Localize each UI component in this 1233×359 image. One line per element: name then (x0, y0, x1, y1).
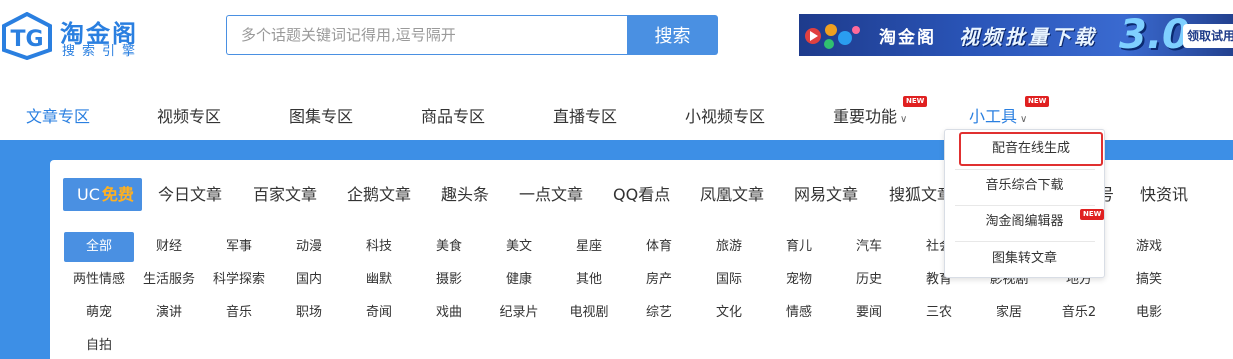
category-item[interactable]: 游戏 (1114, 232, 1184, 262)
category-item[interactable]: 两性情感 (64, 265, 134, 295)
category-item[interactable]: 军事 (204, 232, 274, 262)
menu-item-music-download[interactable]: 音乐综合下载 (945, 169, 1104, 203)
search-bar: 搜索 (226, 15, 718, 55)
category-item[interactable]: 综艺 (624, 298, 694, 328)
category-item[interactable]: 房产 (624, 265, 694, 295)
media-icons-icon (805, 24, 860, 49)
source-tab[interactable]: 企鹅文章 (347, 178, 411, 211)
category-item[interactable]: 家居 (974, 298, 1044, 328)
category-item[interactable]: 电视剧 (554, 298, 624, 328)
category-item[interactable]: 美食 (414, 232, 484, 262)
svg-text:TG: TG (10, 27, 43, 52)
page: TG 淘金阁 搜索引擎 搜索 淘金阁 视频批量下载 3.0 领取试用 文章专区 … (0, 0, 1233, 359)
nav-item-short-videos[interactable]: 小视频专区 (685, 103, 765, 127)
category-item[interactable]: 其他 (554, 265, 624, 295)
free-badge: 免费 (101, 185, 134, 204)
new-badge: NEW (903, 96, 928, 107)
nav-item-products[interactable]: 商品专区 (421, 103, 485, 127)
category-item[interactable]: 育儿 (764, 232, 834, 262)
category-item[interactable]: 三农 (904, 298, 974, 328)
source-tab-uc-label: UC (77, 185, 100, 204)
category-item[interactable]: 摄影 (414, 265, 484, 295)
category-item[interactable]: 自拍 (64, 331, 134, 359)
source-tab[interactable]: 趣头条 (441, 178, 489, 211)
category-item[interactable]: 动漫 (274, 232, 344, 262)
source-tab[interactable]: 凤凰文章 (700, 178, 764, 211)
source-tab[interactable]: 今日文章 (158, 178, 222, 211)
logo-mark-icon: TG (2, 12, 52, 60)
category-item[interactable]: 音乐2 (1044, 298, 1114, 328)
tools-dropdown-menu: 配音在线生成 音乐综合下载 淘金阁编辑器 NEW 图集转文章 (944, 129, 1105, 278)
category-item[interactable]: 星座 (554, 232, 624, 262)
category-item[interactable]: 情感 (764, 298, 834, 328)
category-item[interactable]: 萌宠 (64, 298, 134, 328)
nav-item-tools[interactable]: 小工具 ∨ (969, 103, 1027, 127)
category-item[interactable]: 奇闻 (344, 298, 414, 328)
chevron-down-icon: ∨ (1020, 114, 1028, 125)
category-item[interactable]: 纪录片 (484, 298, 554, 328)
source-tab-uc[interactable]: UC 免费 (63, 178, 142, 211)
category-item[interactable]: 幽默 (344, 265, 414, 295)
category-item[interactable]: 文化 (694, 298, 764, 328)
category-item[interactable]: 演讲 (134, 298, 204, 328)
source-tab[interactable]: 快资讯 (1140, 178, 1188, 211)
category-item[interactable]: 生活服务 (134, 265, 204, 295)
source-tab[interactable]: 百家文章 (253, 178, 317, 211)
banner-headline: 视频批量下载 (959, 25, 1097, 49)
chevron-down-icon: ∨ (900, 114, 908, 125)
category-item[interactable]: 国内 (274, 265, 344, 295)
category-item[interactable]: 电影 (1114, 298, 1184, 328)
category-item[interactable]: 戏曲 (414, 298, 484, 328)
nav-item-articles[interactable]: 文章专区 (26, 103, 90, 127)
category-item[interactable]: 宠物 (764, 265, 834, 295)
category-item[interactable]: 搞笑 (1114, 265, 1184, 295)
category-item[interactable]: 财经 (134, 232, 204, 262)
logo[interactable]: TG 淘金阁 搜索引擎 (0, 10, 160, 62)
source-tab[interactable]: 一点文章 (519, 178, 583, 211)
category-item[interactable]: 职场 (274, 298, 344, 328)
promo-banner[interactable]: 淘金阁 视频批量下载 3.0 领取试用 (799, 14, 1233, 56)
category-item[interactable]: 音乐 (204, 298, 274, 328)
banner-brand: 淘金阁 (879, 28, 936, 48)
category-item[interactable]: 历史 (834, 265, 904, 295)
banner-version: 3.0 (1119, 14, 1190, 56)
nav-item-features[interactable]: 重要功能 ∨ (833, 103, 907, 127)
nav-item-live[interactable]: 直播专区 (553, 103, 617, 127)
nav-item-galleries[interactable]: 图集专区 (289, 103, 353, 127)
category-item[interactable]: 体育 (624, 232, 694, 262)
nav-item-features-label: 重要功能 (833, 107, 898, 126)
search-button[interactable]: 搜索 (627, 15, 718, 55)
category-item[interactable]: 美文 (484, 232, 554, 262)
new-badge: NEW (1080, 209, 1105, 220)
search-input[interactable] (226, 15, 628, 55)
category-item[interactable]: 全部 (64, 232, 134, 262)
nav-item-tools-label: 小工具 (969, 107, 1018, 126)
category-item[interactable]: 旅游 (694, 232, 764, 262)
logo-subtitle: 搜索引擎 (62, 44, 143, 59)
category-item[interactable]: 健康 (484, 265, 554, 295)
new-badge: NEW (1025, 96, 1050, 107)
source-tab[interactable]: 网易文章 (794, 178, 858, 211)
category-item[interactable]: 国际 (694, 265, 764, 295)
nav-item-videos[interactable]: 视频专区 (157, 103, 221, 127)
category-item[interactable]: 科技 (344, 232, 414, 262)
menu-item-gallery-to-article[interactable]: 图集转文章 (945, 242, 1104, 276)
category-item[interactable]: 要闻 (834, 298, 904, 328)
category-item[interactable]: 汽车 (834, 232, 904, 262)
banner-cta-button[interactable]: 领取试用 (1183, 24, 1233, 48)
menu-item-voice-generator[interactable]: 配音在线生成 (959, 132, 1103, 166)
category-item[interactable]: 科学探索 (204, 265, 274, 295)
source-tab[interactable]: QQ看点 (613, 178, 670, 211)
